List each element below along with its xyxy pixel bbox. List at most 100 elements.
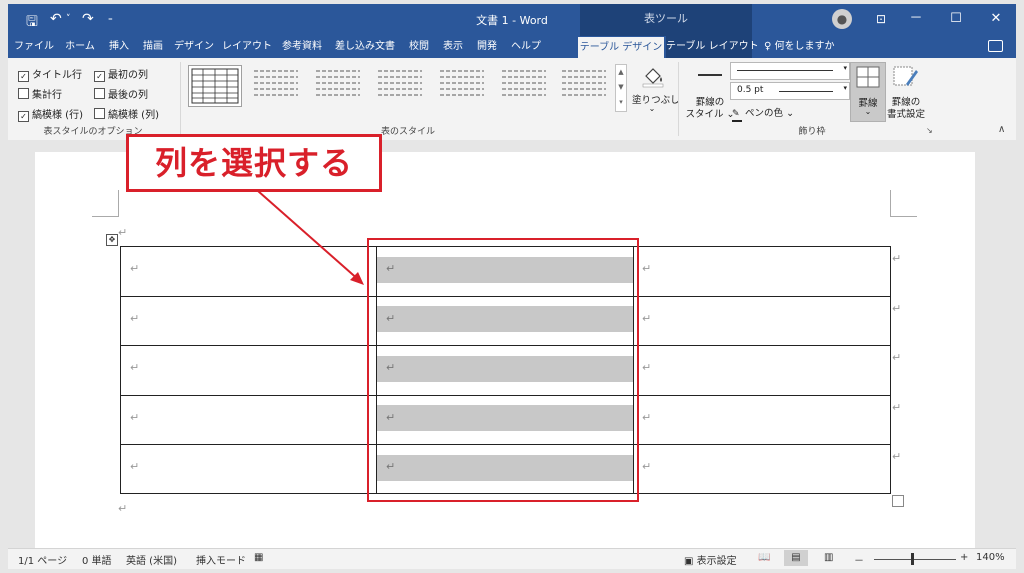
word-count[interactable]: 0 単語 — [82, 552, 112, 567]
ribbon: ✓ タイトル行 ✓ 最初の列 集計行 最後の列 ✓ 縞模様 (行) 縞模様 (列) 表… — [8, 58, 1016, 141]
pen-weight-dropdown[interactable]: 0.5 pt ▾ — [730, 82, 850, 100]
tab-review[interactable]: 校閲 — [404, 36, 434, 58]
cell-mark: ↵ — [642, 460, 652, 473]
checkbox-last-column[interactable]: 最後の列 — [94, 86, 148, 101]
tab-design[interactable]: デザイン — [172, 36, 216, 58]
border-painter-icon[interactable] — [892, 64, 920, 90]
display-settings-icon: ▣ — [684, 556, 694, 567]
checkbox-label: タイトル行 — [32, 70, 82, 81]
comments-icon[interactable] — [988, 40, 1003, 52]
line-style-dropdown[interactable]: ▾ — [730, 62, 850, 80]
maximize-button[interactable]: ☐ — [936, 8, 976, 30]
table-move-handle-icon[interactable]: ✥ — [106, 234, 118, 246]
table-style-thumbnail[interactable] — [558, 65, 610, 105]
chevron-down-icon[interactable]: ⌄ — [632, 104, 672, 113]
pen-color-button[interactable]: ✎ ペンの色 ⌄ — [732, 105, 794, 122]
zoom-out-button[interactable]: － — [854, 552, 864, 567]
borders-grid-icon — [856, 66, 880, 88]
display-settings-label: 表示設定 — [696, 556, 737, 567]
margin-corner-mark — [92, 190, 119, 217]
checkbox-banded-columns[interactable]: 縞模様 (列) — [94, 106, 159, 121]
table-column-border — [890, 246, 891, 494]
cell-mark: ↵ — [642, 411, 652, 424]
chevron-down-icon: ⌄ — [786, 108, 795, 119]
chevron-down-icon: ▾ — [843, 84, 847, 92]
zoom-slider-thumb[interactable] — [911, 553, 914, 565]
cell-mark: ↵ — [642, 312, 652, 325]
language[interactable]: 英語 (米国) — [126, 552, 177, 567]
display-settings-button[interactable]: ▣ 表示設定 — [684, 552, 737, 567]
pen-weight-preview — [779, 91, 833, 92]
checkbox-checked-icon: ✓ — [18, 71, 29, 82]
read-mode-icon[interactable]: 📖 — [758, 552, 770, 563]
tab-home[interactable]: ホーム — [60, 36, 100, 58]
print-layout-icon[interactable]: ▤ — [784, 550, 808, 566]
title-bar: 🖫 ↶ ˅ ↷ ₌ 文書 1 - Word 表ツール ● ⊡ － ☐ ✕ — [8, 4, 1016, 36]
tab-table-design[interactable]: テーブル デザイン — [578, 37, 664, 58]
tab-table-layout[interactable]: テーブル レイアウト — [666, 36, 759, 58]
collapse-ribbon-icon[interactable]: ∧ — [998, 124, 1005, 135]
tab-insert[interactable]: 挿入 — [104, 36, 134, 58]
paragraph-mark: ↵ — [118, 226, 128, 239]
table-style-thumbnail[interactable] — [250, 65, 302, 105]
cell-mark: ↵ — [130, 262, 140, 275]
checkbox-unchecked-icon — [94, 108, 105, 119]
status-bar: 1/1 ページ 0 単語 英語 (米国) 挿入モード ▦ ▣ 表示設定 📖 ▤ … — [8, 548, 1016, 569]
table-resize-handle[interactable] — [892, 495, 904, 507]
zoom-slider-track[interactable] — [874, 559, 956, 560]
tab-layout[interactable]: レイアウト — [220, 36, 274, 58]
row-end-mark: ↵ — [892, 351, 902, 364]
lightbulb-icon: ♀ — [764, 41, 772, 52]
zoom-in-button[interactable]: + — [960, 552, 968, 563]
chevron-down-icon: ▾ — [843, 64, 847, 72]
border-style-line-icon[interactable] — [698, 74, 722, 76]
tell-me-search[interactable]: ♀ 何をしますか — [764, 36, 835, 58]
ribbon-display-options-icon[interactable]: ⊡ — [876, 12, 886, 26]
gallery-scroll[interactable]: ▲ ▼ ▾ — [615, 64, 627, 112]
tab-references[interactable]: 参考資料 — [278, 36, 326, 58]
table-column-border — [120, 246, 121, 494]
cell-mark: ↵ — [130, 411, 140, 424]
minimize-button[interactable]: － — [896, 8, 936, 30]
page-count[interactable]: 1/1 ページ — [18, 552, 67, 567]
user-avatar-icon[interactable]: ● — [832, 9, 852, 29]
tab-view[interactable]: 表示 — [438, 36, 468, 58]
zoom-level[interactable]: 140% — [976, 552, 1005, 563]
cell-mark: ↵ — [642, 361, 652, 374]
checkbox-total-row[interactable]: 集計行 — [18, 86, 62, 101]
checkbox-label: 縞模様 (行) — [32, 110, 83, 121]
tab-draw[interactable]: 描画 — [138, 36, 168, 58]
tell-me-label: 何をしますか — [774, 41, 835, 52]
group-label-borders: 飾り枠 — [798, 127, 826, 137]
tab-help[interactable]: ヘルプ — [506, 36, 546, 58]
tab-developer[interactable]: 開発 — [472, 36, 502, 58]
dialog-launcher-icon[interactable]: ↘ — [926, 126, 933, 135]
pen-weight-value: 0.5 pt — [737, 85, 764, 95]
checkbox-header-row[interactable]: ✓ タイトル行 — [18, 66, 82, 82]
word-window: 🖫 ↶ ˅ ↷ ₌ 文書 1 - Word 表ツール ● ⊡ － ☐ ✕ ファイ… — [0, 0, 1024, 573]
margin-corner-mark — [890, 190, 917, 217]
table-style-thumbnail[interactable] — [374, 65, 426, 105]
border-painter-label-line2[interactable]: 書式設定 — [880, 106, 932, 120]
insert-mode[interactable]: 挿入モード — [196, 552, 246, 567]
tab-file[interactable]: ファイル — [12, 36, 56, 58]
checkbox-first-column[interactable]: ✓ 最初の列 — [94, 66, 148, 82]
shading-bucket-icon[interactable] — [640, 64, 666, 88]
close-button[interactable]: ✕ — [976, 8, 1016, 30]
checkbox-banded-rows[interactable]: ✓ 縞模様 (行) — [18, 106, 83, 122]
checkbox-checked-icon: ✓ — [94, 71, 105, 82]
table-style-thumbnail[interactable] — [498, 65, 550, 105]
group-separator — [678, 62, 679, 136]
line-style-preview — [737, 70, 833, 71]
table-style-thumbnail[interactable] — [312, 65, 364, 105]
table-style-thumbnail[interactable] — [436, 65, 488, 105]
row-end-mark: ↵ — [892, 450, 902, 463]
border-styles-button[interactable]: スタイル ⌄ — [682, 106, 738, 120]
web-layout-icon[interactable]: ▥ — [824, 552, 833, 563]
cell-mark: ↵ — [130, 312, 140, 325]
tab-mailings[interactable]: 差し込み文書 — [330, 36, 400, 58]
table-style-grid-selected[interactable] — [188, 65, 242, 107]
cell-mark: ↵ — [130, 361, 140, 374]
paragraph-mark: ↵ — [118, 502, 128, 515]
macro-record-icon[interactable]: ▦ — [254, 552, 263, 563]
